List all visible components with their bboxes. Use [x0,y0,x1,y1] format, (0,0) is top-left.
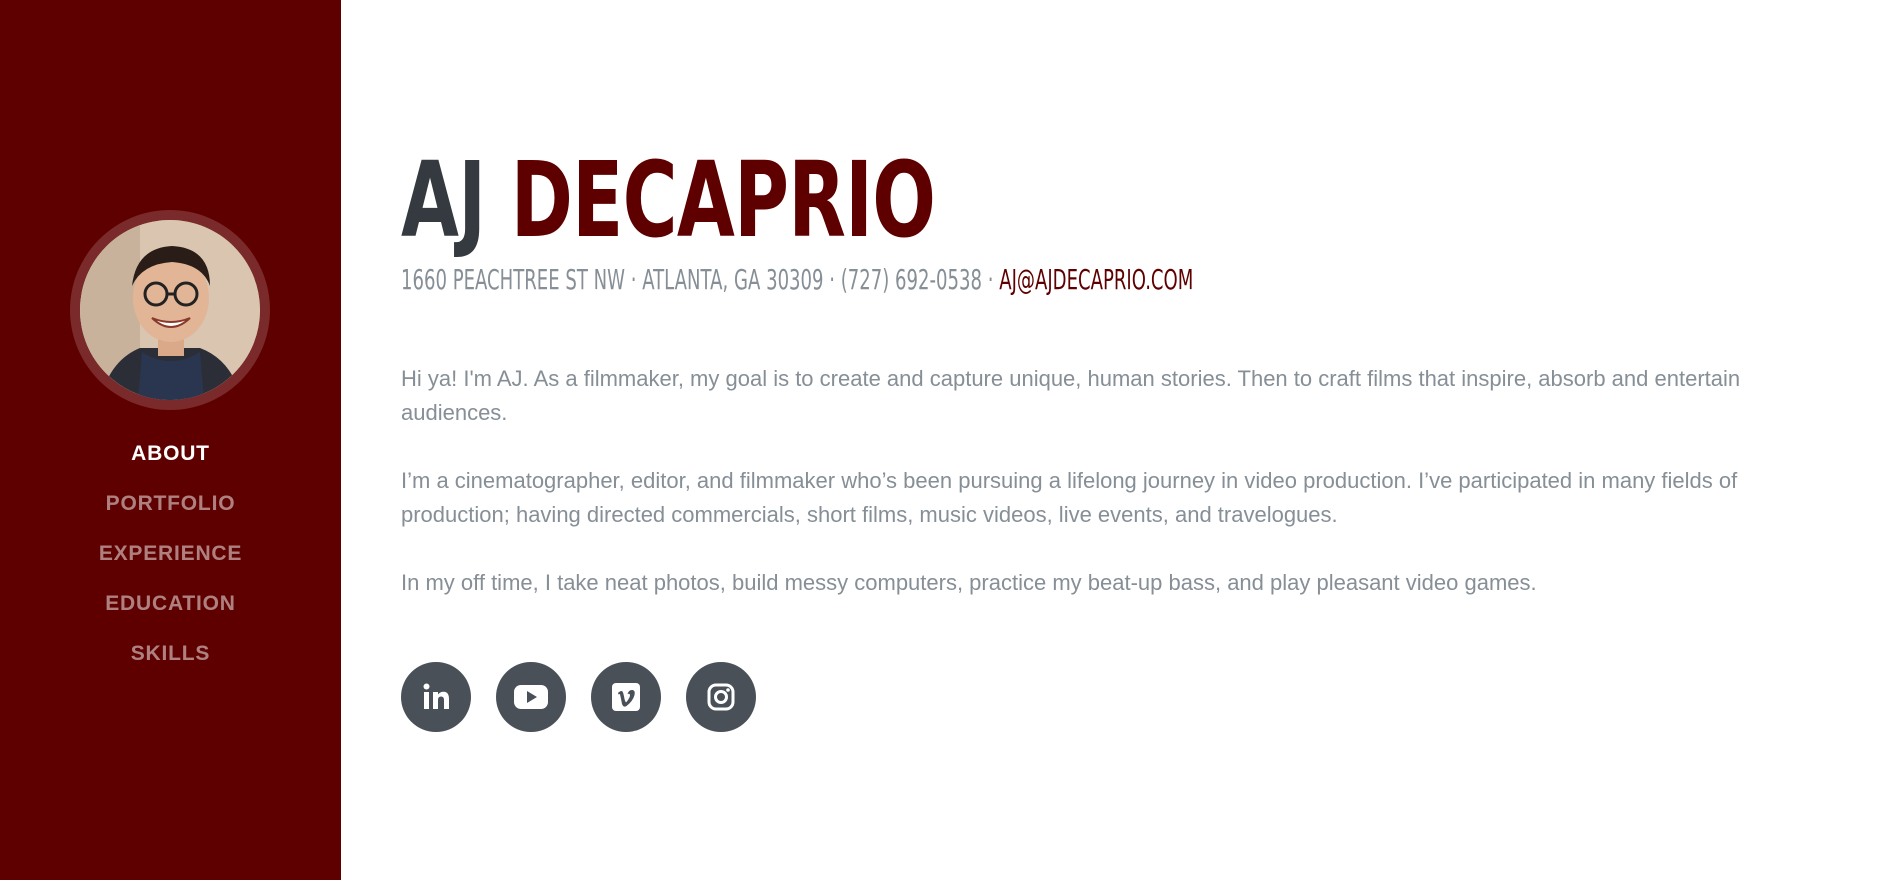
first-name: AJ [401,139,486,261]
nav-education[interactable]: EDUCATION [0,587,341,637]
last-name: DECAPRIO [510,139,936,261]
avatar-ring [70,210,270,410]
instagram-button[interactable] [686,662,756,732]
vimeo-button[interactable] [591,662,661,732]
vimeo-icon [612,683,640,711]
sidebar-nav: ABOUT PORTFOLIO EXPERIENCE EDUCATION SKI… [0,437,341,687]
nav-skills[interactable]: SKILLS [0,637,341,687]
youtube-button[interactable] [496,662,566,732]
about-paragraph-3: In my off time, I take neat photos, buil… [401,570,1537,595]
page-title: AJ DECAPRIO [401,148,936,252]
about-paragraph-1: Hi ya! I'm AJ. As a filmmaker, my goal i… [401,366,1741,425]
about-paragraph-2: I’m a cinematographer, editor, and filmm… [401,468,1738,527]
address-text: 1660 PEACHTREE ST NW · ATLANTA, GA 30309… [401,263,994,296]
nav-about[interactable]: ABOUT [0,437,341,487]
nav-portfolio[interactable]: PORTFOLIO [0,487,341,537]
social-icons [401,662,756,732]
avatar [80,220,260,400]
instagram-icon [707,683,735,711]
linkedin-icon [423,683,449,709]
sidebar: ABOUT PORTFOLIO EXPERIENCE EDUCATION SKI… [0,0,341,880]
youtube-icon [514,685,548,709]
email-link[interactable]: AJ@AJDECAPRIO.COM [999,263,1193,296]
contact-line: 1660 PEACHTREE ST NW · ATLANTA, GA 30309… [401,263,1193,297]
linkedin-button[interactable] [401,662,471,732]
nav-experience[interactable]: EXPERIENCE [0,537,341,587]
